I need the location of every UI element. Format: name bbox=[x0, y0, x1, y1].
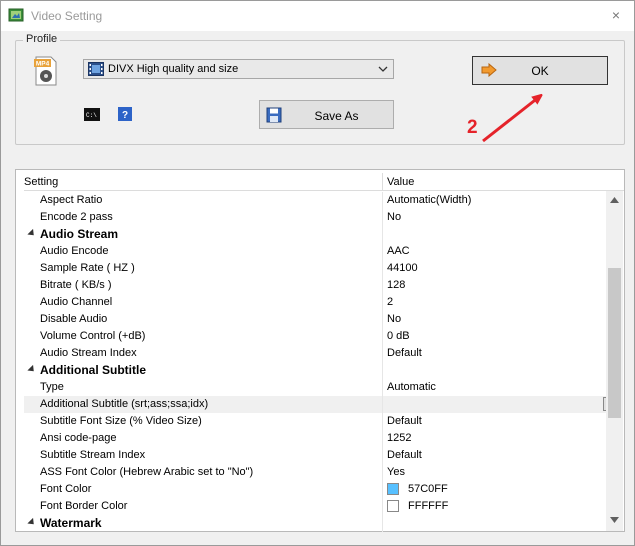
header-value[interactable]: Value bbox=[387, 176, 414, 188]
grid-header: Setting Value bbox=[24, 173, 624, 191]
table-row[interactable]: Encode 2 pass No bbox=[24, 209, 606, 226]
category-additional-subtitle[interactable]: Additional Subtitle bbox=[24, 362, 606, 379]
color-swatch[interactable] bbox=[387, 500, 399, 512]
table-row[interactable]: ASS Font Color (Hebrew Arabic set to "No… bbox=[24, 464, 606, 481]
table-row[interactable]: Font Border Color FFFFFF bbox=[24, 498, 606, 515]
scroll-down-arrow-icon[interactable] bbox=[606, 513, 623, 527]
table-row[interactable]: Audio Channel 2 bbox=[24, 294, 606, 311]
window-title: Video Setting bbox=[31, 9, 103, 23]
collapse-caret-icon[interactable] bbox=[27, 228, 37, 239]
title-bar: Video Setting × bbox=[1, 1, 634, 31]
profile-dropdown-value: DIVX High quality and size bbox=[108, 63, 239, 75]
app-icon bbox=[8, 7, 24, 23]
profile-dropdown[interactable]: DIVX High quality and size bbox=[83, 59, 394, 79]
annotation-marker-2: 2 bbox=[467, 117, 478, 138]
help-icon-label: ? bbox=[122, 110, 128, 121]
mp4-label: MP4 bbox=[36, 61, 50, 68]
header-setting[interactable]: Setting bbox=[24, 176, 382, 188]
table-row[interactable]: Volume Control (+dB) 0 dB bbox=[24, 328, 606, 345]
video-setting-window: Video Setting × Profile MP4 DIVX High qu… bbox=[0, 0, 635, 546]
save-as-label: Save As bbox=[314, 109, 359, 123]
table-row[interactable]: Aspect Ratio Automatic(Width) bbox=[24, 192, 606, 209]
close-button[interactable]: × bbox=[608, 6, 624, 24]
table-row[interactable]: Audio Stream Index Default bbox=[24, 345, 606, 362]
color-swatch[interactable] bbox=[387, 483, 399, 495]
scroll-up-arrow-icon[interactable] bbox=[606, 193, 623, 207]
film-icon bbox=[88, 62, 104, 76]
table-row[interactable]: Audio Encode AAC bbox=[24, 243, 606, 260]
collapse-caret-icon[interactable] bbox=[27, 517, 37, 528]
table-row[interactable]: Disable Audio No bbox=[24, 311, 606, 328]
category-watermark[interactable]: Watermark bbox=[24, 515, 606, 532]
mp4-file-icon: MP4 bbox=[33, 56, 59, 86]
grid-rows: Aspect Ratio Automatic(Width) Encode 2 pa… bbox=[24, 192, 617, 532]
ok-button-label: OK bbox=[531, 64, 549, 78]
save-as-button[interactable]: Save As bbox=[259, 100, 394, 129]
scroll-thumb[interactable] bbox=[608, 268, 621, 418]
profile-legend: Profile bbox=[23, 33, 61, 45]
help-icon[interactable]: ? bbox=[118, 107, 132, 121]
header-divider[interactable] bbox=[382, 173, 383, 191]
category-audio-stream[interactable]: Audio Stream bbox=[24, 226, 606, 243]
table-row[interactable]: Ansi code-page 1252 bbox=[24, 430, 606, 447]
vertical-scrollbar[interactable] bbox=[606, 191, 623, 531]
settings-grid: Setting Value Aspect Ratio Automatic(Widt… bbox=[15, 169, 625, 532]
table-row[interactable]: Sample Rate ( HZ ) 44100 bbox=[24, 260, 606, 277]
cmd-icon-label: C:\ bbox=[86, 112, 97, 119]
table-row[interactable]: Font Color 57C0FF bbox=[24, 481, 606, 498]
table-row[interactable]: Subtitle Font Size (% Video Size) Default bbox=[24, 413, 606, 430]
table-row[interactable]: Bitrate ( KB/s ) 128 bbox=[24, 277, 606, 294]
table-row[interactable]: Subtitle Stream Index Default bbox=[24, 447, 606, 464]
table-row[interactable]: Type Automatic bbox=[24, 379, 606, 396]
table-row-selected[interactable]: Additional Subtitle (srt;ass;ssa;idx)... bbox=[24, 396, 617, 413]
command-prompt-icon[interactable]: C:\ bbox=[84, 108, 100, 121]
ok-button[interactable]: OK bbox=[472, 56, 608, 85]
chevron-down-icon[interactable] bbox=[377, 61, 389, 77]
collapse-caret-icon[interactable] bbox=[27, 364, 37, 375]
